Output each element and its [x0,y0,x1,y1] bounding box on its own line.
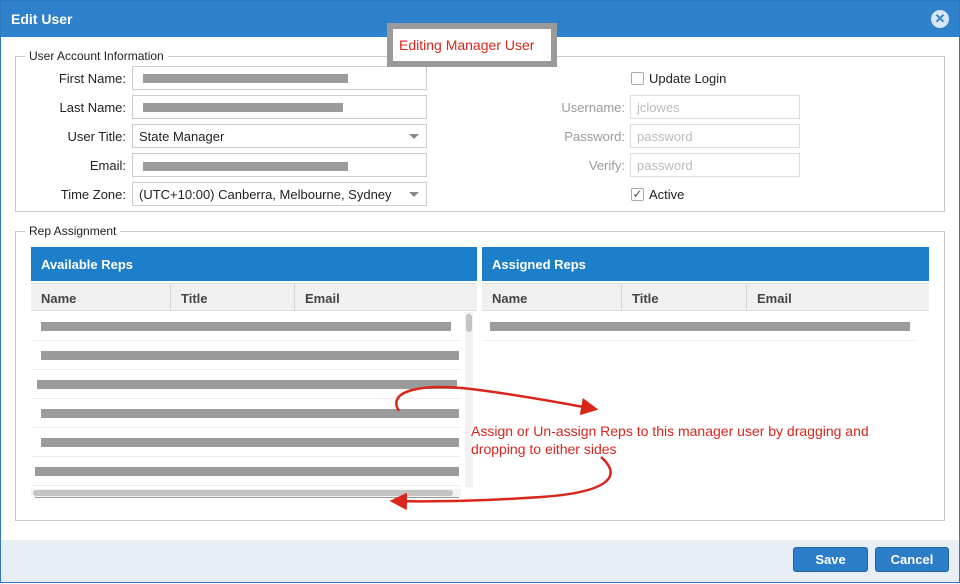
last-name-field[interactable] [132,95,427,119]
callout-text: Editing Manager User [399,37,535,53]
redacted-value [143,103,343,112]
column-email[interactable]: Email [747,284,929,311]
table-row[interactable] [482,312,916,341]
drag-drop-annotation: Assign or Un-assign Reps to this manager… [471,423,869,457]
username-field[interactable]: jclowes [630,95,800,119]
column-title[interactable]: Title [171,284,295,311]
scrollbar-thumb[interactable] [466,314,472,332]
chevron-down-icon [409,134,419,139]
chevron-down-icon [409,192,419,197]
update-login-checkbox[interactable] [631,72,644,85]
redacted-value [37,380,457,389]
redacted-value [35,467,459,476]
available-reps-header: Available Reps [31,247,477,281]
dialog-body: User Account Information First Name: Las… [1,23,959,540]
dialog-title: Edit User [11,11,73,27]
assigned-reps-columns: Name Title Email [482,283,929,311]
password-field[interactable]: password [630,124,800,148]
table-row[interactable] [31,399,461,428]
column-title[interactable]: Title [622,284,747,311]
redacted-value [143,162,348,171]
user-account-legend: User Account Information [25,49,168,63]
redacted-value [41,351,459,360]
user-account-fieldset: User Account Information First Name: Las… [15,49,945,212]
rep-assignment-legend: Rep Assignment [25,224,121,238]
redacted-value [41,409,459,418]
user-title-label: User Title: [67,129,126,144]
active-label: Active [649,187,685,202]
edit-user-dialog: Edit User ✕ User Account Information Fir… [0,0,960,583]
available-reps-horizontal-scrollbar[interactable] [31,489,461,497]
close-icon[interactable]: ✕ [931,10,949,28]
email-field[interactable] [132,153,427,177]
last-name-label: Last Name: [59,100,126,115]
available-reps-vertical-scrollbar[interactable] [465,312,473,487]
column-name[interactable]: Name [482,284,622,311]
redacted-value [41,322,451,331]
time-zone-value: (UTC+10:00) Canberra, Melbourne, Sydney [139,187,392,202]
assigned-reps-header: Assigned Reps [482,247,929,281]
first-name-label: First Name: [58,71,126,86]
redacted-value [490,322,910,331]
verify-field[interactable]: password [630,153,800,177]
user-title-select[interactable]: State Manager [132,124,427,148]
save-button[interactable]: Save [793,547,868,572]
verify-label: Verify: [588,158,625,173]
column-email[interactable]: Email [295,284,477,311]
user-title-value: State Manager [139,129,225,144]
scrollbar-thumb[interactable] [33,490,453,496]
table-row[interactable] [31,341,461,370]
redacted-value [41,438,459,447]
table-row[interactable] [31,457,461,486]
first-name-field[interactable] [132,66,427,90]
column-name[interactable]: Name [31,284,171,311]
table-row[interactable] [31,370,461,399]
password-label: Password: [564,129,625,144]
update-login-label: Update Login [649,71,727,86]
time-zone-select[interactable]: (UTC+10:00) Canberra, Melbourne, Sydney [132,182,427,206]
editing-manager-callout: Editing Manager User [387,23,557,67]
cancel-button[interactable]: Cancel [875,547,949,572]
email-label: Email: [89,158,126,173]
table-row[interactable] [31,428,461,457]
table-row[interactable] [31,312,461,341]
username-label: Username: [561,100,625,115]
available-reps-columns: Name Title Email [31,283,477,311]
redacted-value [143,74,348,83]
time-zone-label: Time Zone: [60,187,126,202]
active-checkbox[interactable]: ✓ [631,188,644,201]
